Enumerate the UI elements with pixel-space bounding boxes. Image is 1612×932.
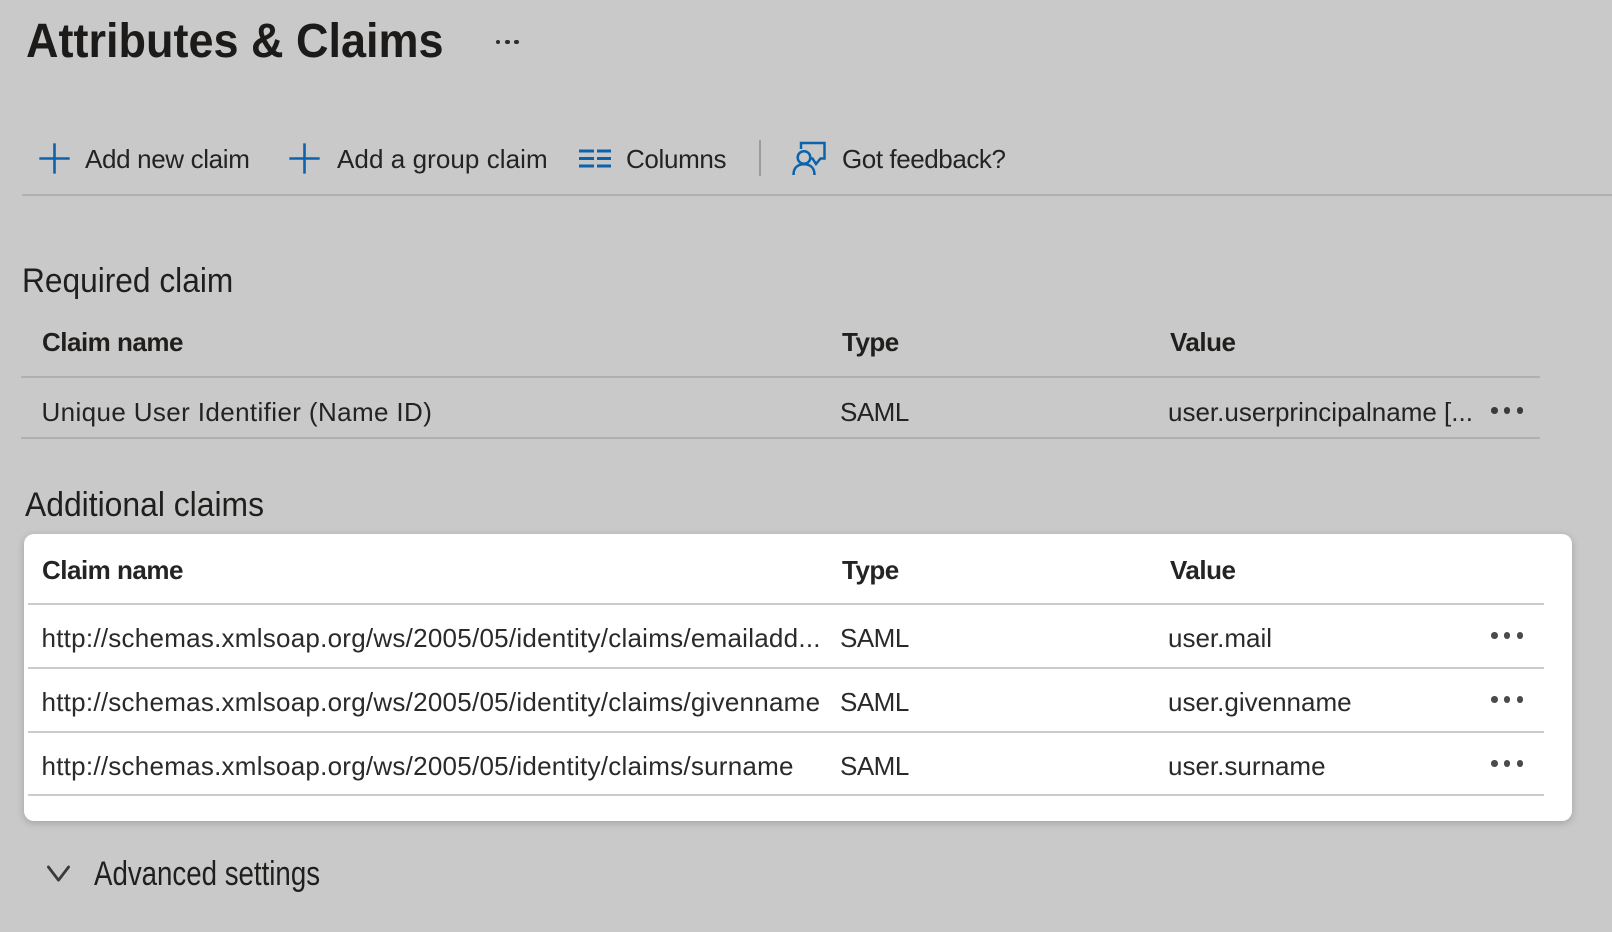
additional-claims-card: Claim name Type Value http://schemas.xml… — [24, 534, 1572, 821]
dot — [1504, 760, 1511, 767]
dot — [505, 40, 509, 44]
required-col-type: Type — [842, 329, 899, 355]
additional-row-type: SAML — [840, 625, 909, 651]
columns-button[interactable]: Columns — [578, 141, 726, 177]
required-row-value: user.userprincipalname [... — [1168, 399, 1473, 425]
additional-col-type: Type — [842, 557, 899, 583]
required-row-claim-name[interactable]: Unique User Identifier (Name ID) — [42, 399, 433, 425]
toolbar-rule — [22, 194, 1612, 196]
required-col-claim-name: Claim name — [42, 329, 183, 355]
dot — [514, 40, 518, 44]
additional-col-claim-name: Claim name — [42, 557, 183, 583]
additional-row-value: user.givenname — [1168, 689, 1352, 715]
additional-row-type: SAML — [840, 689, 909, 715]
required-row-menu-icon[interactable] — [1491, 407, 1523, 414]
dot — [1517, 407, 1524, 414]
additional-row-rule — [28, 731, 1544, 733]
plus-icon — [39, 145, 70, 174]
got-feedback-label: Got feedback? — [842, 146, 1006, 172]
required-col-value: Value — [1170, 329, 1235, 355]
dot — [496, 40, 500, 44]
add-new-claim-label: Add new claim — [85, 146, 250, 172]
dot — [1491, 696, 1498, 703]
toolbar-divider — [759, 140, 761, 176]
add-group-claim-button[interactable]: Add a group claim — [289, 141, 548, 177]
plus-icon — [289, 145, 320, 174]
additional-row-claim-name[interactable]: http://schemas.xmlsoap.org/ws/2005/05/id… — [42, 625, 821, 651]
columns-icon — [578, 148, 612, 170]
additional-row-claim-name[interactable]: http://schemas.xmlsoap.org/ws/2005/05/id… — [42, 689, 821, 715]
dot — [1517, 760, 1524, 767]
dot — [1491, 407, 1498, 414]
additional-row-type: SAML — [840, 753, 909, 779]
add-group-claim-label: Add a group claim — [337, 146, 548, 172]
columns-label: Columns — [626, 146, 726, 172]
dot — [1504, 632, 1511, 639]
required-row-rule — [21, 437, 1540, 439]
additional-header-rule — [28, 603, 1544, 605]
required-row-type: SAML — [840, 399, 909, 425]
additional-row-menu-icon[interactable] — [1491, 760, 1523, 767]
dot — [1517, 696, 1524, 703]
dot — [1491, 760, 1498, 767]
required-header-rule — [21, 376, 1540, 378]
additional-row-menu-icon[interactable] — [1491, 632, 1523, 639]
person-feedback-icon — [792, 143, 826, 175]
advanced-settings-label[interactable]: Advanced settings — [94, 857, 320, 891]
additional-row-value: user.mail — [1168, 625, 1272, 651]
additional-row-menu-icon[interactable] — [1491, 696, 1523, 703]
additional-row-value: user.surname — [1168, 753, 1326, 779]
additional-row-claim-name[interactable]: http://schemas.xmlsoap.org/ws/2005/05/id… — [42, 753, 794, 779]
dot — [1504, 696, 1511, 703]
additional-claims-heading: Additional claims — [25, 488, 264, 522]
dot — [1491, 632, 1498, 639]
additional-row-rule — [28, 794, 1544, 796]
required-claim-heading: Required claim — [22, 264, 233, 298]
chevron-down-icon[interactable] — [47, 865, 70, 883]
more-options-icon[interactable] — [496, 40, 519, 44]
additional-row-rule — [28, 667, 1544, 669]
add-new-claim-button[interactable]: Add new claim — [39, 141, 250, 177]
got-feedback-button[interactable]: Got feedback? — [792, 141, 1006, 177]
dot — [1517, 632, 1524, 639]
additional-col-value: Value — [1170, 557, 1235, 583]
page-title: Attributes & Claims — [26, 18, 444, 66]
dot — [1504, 407, 1511, 414]
